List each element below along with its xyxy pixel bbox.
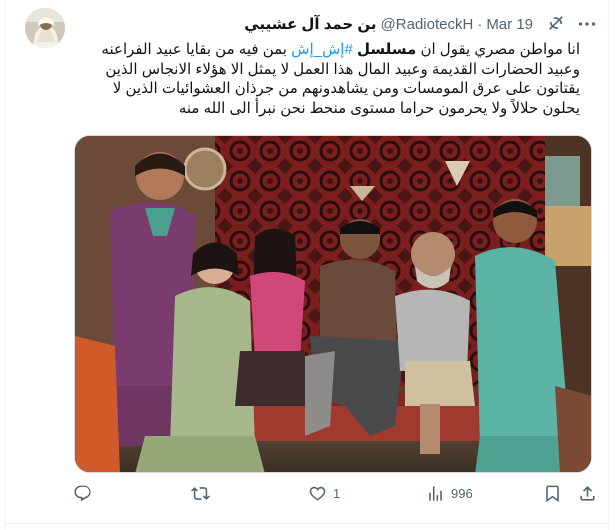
tweet-card[interactable]: بن حمد آل عشيبي @RadioteckH · Mar 19 انا… — [0, 0, 615, 530]
action-bar: 1 996 — [0, 484, 615, 508]
like-button[interactable]: 1 — [308, 484, 340, 503]
avatar[interactable] — [25, 8, 65, 48]
right-border — [608, 0, 609, 530]
avatar-image — [25, 8, 65, 48]
bookmark-icon — [546, 485, 559, 503]
retweet-button[interactable] — [191, 484, 210, 503]
views-count: 996 — [451, 486, 473, 501]
author-handle[interactable]: @RadioteckH — [381, 16, 474, 33]
heart-icon — [309, 486, 326, 501]
share-icon — [580, 486, 595, 501]
bold-word: مسلسل — [356, 41, 417, 58]
more-options-icon[interactable] — [576, 13, 598, 35]
like-count: 1 — [333, 486, 341, 501]
reply-button[interactable] — [73, 484, 92, 503]
separator-dot: · — [477, 15, 483, 33]
bookmark-button[interactable] — [543, 484, 562, 503]
text-intro: انا مواطن مصري يقول ان — [416, 41, 580, 58]
tweet-photo[interactable] — [74, 135, 592, 473]
views-button[interactable]: 996 — [426, 484, 473, 503]
reply-icon — [74, 485, 91, 502]
photo-cast-group — [75, 136, 591, 472]
display-name[interactable]: بن حمد آل عشيبي — [244, 15, 376, 33]
left-border — [4, 0, 5, 530]
tweet-date[interactable]: Mar 19 — [486, 16, 533, 33]
bottom-divider — [4, 523, 609, 524]
share-button[interactable] — [578, 484, 597, 503]
retweet-icon — [191, 487, 210, 500]
views-icon — [429, 486, 442, 501]
author-row: بن حمد آل عشيبي @RadioteckH · Mar 19 — [244, 15, 533, 34]
tweet-text: انا مواطن مصري يقول ان مسلسل #إش_إش بمن … — [80, 40, 580, 118]
hashtag-link[interactable]: #إش_إش — [291, 41, 353, 58]
grok-icon[interactable] — [546, 13, 566, 33]
